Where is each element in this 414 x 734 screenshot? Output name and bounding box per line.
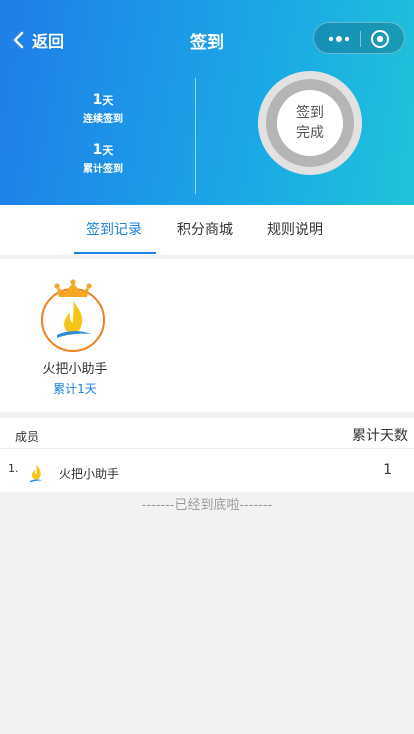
- row-days-count: 1: [383, 462, 392, 478]
- row-member-name[interactable]: 火把小助手: [59, 465, 119, 482]
- sign-in-text-line2: 完成: [296, 125, 324, 141]
- consecutive-stat: 1天 连续签到: [43, 89, 163, 125]
- row-rank: 1.: [8, 462, 19, 475]
- featured-member-panel: 火把小助手 累计1天: [0, 259, 414, 412]
- active-tab-indicator: [74, 252, 156, 254]
- total-days-unit: 天: [102, 144, 114, 157]
- sign-in-button[interactable]: 签到 完成: [258, 71, 362, 175]
- row-torch-icon: [30, 464, 42, 483]
- mini-program-capsule: [313, 22, 405, 54]
- ranking-list: 成员 累计天数 1. 火把小助手 1: [0, 418, 414, 492]
- featured-member-avatar[interactable]: [35, 275, 115, 355]
- header: 返回 签到 1天 连续签到 1天 累计签到 签到 完成: [0, 0, 414, 205]
- tab-sign-in-records[interactable]: 签到记录: [86, 219, 142, 239]
- consecutive-days-label: 连续签到: [83, 114, 123, 125]
- more-icon[interactable]: [324, 30, 354, 48]
- capsule-divider: [360, 31, 361, 47]
- consecutive-days-unit: 天: [102, 94, 114, 107]
- list-header-member: 成员: [15, 430, 40, 444]
- featured-member-name: 火把小助手: [42, 362, 108, 377]
- stats-divider: [195, 78, 196, 194]
- end-of-list-tip: -------已经到底啦-------: [141, 498, 273, 513]
- total-days-value: 1: [92, 142, 103, 158]
- total-stat: 1天 累计签到: [43, 139, 163, 175]
- close-mini-program-icon[interactable]: [370, 29, 390, 49]
- torch-avatar-icon: [41, 279, 105, 352]
- sign-in-text-line1: 签到: [296, 105, 324, 121]
- crown-icon: [57, 283, 89, 297]
- consecutive-days-value: 1: [92, 92, 103, 108]
- featured-member-days: 累计1天: [53, 382, 97, 396]
- list-header-total-days: 累计天数: [352, 428, 408, 444]
- total-days-label: 累计签到: [83, 164, 123, 175]
- tab-bar: 签到记录 积分商城 规则说明: [0, 205, 414, 255]
- list-divider: [0, 448, 414, 449]
- sign-in-button-face: 签到 完成: [277, 90, 343, 156]
- tab-rules[interactable]: 规则说明: [267, 219, 323, 239]
- tab-points-mall[interactable]: 积分商城: [177, 219, 233, 239]
